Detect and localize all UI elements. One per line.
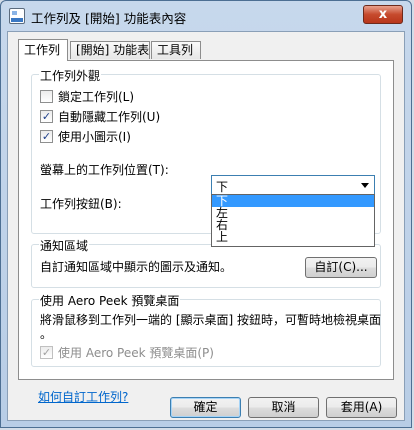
notification-description: 自訂通知區域中顯示的圖示及通知。	[40, 260, 233, 274]
tab-toolbars[interactable]: 工具列	[151, 41, 201, 59]
checkmark-icon[interactable]: ✓	[40, 110, 53, 123]
close-icon: x	[378, 7, 388, 22]
apply-button[interactable]: 套用(A)	[326, 397, 397, 418]
customize-button[interactable]: 自訂(C)...	[305, 257, 377, 278]
checkbox-box[interactable]	[40, 90, 53, 103]
aero-peek-description-line2: 。	[40, 327, 53, 341]
location-dropdown-list: 下 左 右 上	[211, 194, 375, 247]
auto-hide-label: 自動隱藏工作列(U)	[58, 110, 161, 124]
dialog-window: 工作列及 [開始] 功能表內容 x 工作列 [開始] 功能表 工具列 工作列外觀…	[0, 0, 412, 428]
small-icons-label: 使用小圖示(I)	[58, 130, 131, 144]
aero-peek-description-line1: 將滑鼠移到工作列一端的 [顯示桌面] 按鈕時，可暫時地檢視桌面	[40, 313, 381, 327]
tab-taskbar[interactable]: 工作列	[18, 39, 68, 61]
aero-peek-group-title: 使用 Aero Peek 預覽桌面	[39, 292, 181, 309]
small-icons-checkbox[interactable]: ✓ 使用小圖示(I)	[40, 128, 131, 144]
location-option-left[interactable]: 左	[212, 207, 374, 219]
close-button[interactable]: x	[363, 5, 403, 24]
checkmark-icon: ✓	[40, 346, 53, 359]
auto-hide-checkbox[interactable]: ✓ 自動隱藏工作列(U)	[40, 108, 160, 124]
taskbar-buttons-label: 工作列按鈕(B):	[40, 197, 122, 211]
notification-group: 通知區域 自訂通知區域中顯示的圖示及通知。 自訂(C)...	[31, 237, 381, 288]
tab-panel: 工作列外觀 鎖定工作列(L) ✓ 自動隱藏工作列(U) ✓ 使用小圖示(I) 螢幕上…	[18, 60, 394, 380]
notification-group-title: 通知區域	[39, 237, 90, 254]
appearance-group-title: 工作列外觀	[39, 67, 102, 84]
lock-taskbar-label: 鎖定工作列(L)	[58, 90, 135, 104]
tab-start-menu[interactable]: [開始] 功能表	[70, 41, 150, 59]
aero-peek-checkbox[interactable]: ✓ 使用 Aero Peek 預覽桌面(P)	[40, 344, 214, 360]
location-select[interactable]: 下	[211, 175, 375, 195]
aero-peek-group: 使用 Aero Peek 預覽桌面 將滑鼠移到工作列一端的 [顯示桌面] 按鈕時…	[31, 292, 381, 367]
location-option-top[interactable]: 上	[212, 231, 374, 243]
location-label: 螢幕上的工作列位置(T):	[40, 163, 169, 177]
ok-button[interactable]: 確定	[170, 397, 241, 418]
location-option-bottom[interactable]: 下	[212, 195, 374, 207]
dialog-client: 工作列 [開始] 功能表 工具列 工作列外觀 鎖定工作列(L) ✓ 自動隱藏工作列…	[7, 31, 405, 421]
checkmark-icon[interactable]: ✓	[40, 130, 53, 143]
chevron-down-icon[interactable]	[361, 183, 369, 188]
location-select-value: 下	[216, 180, 229, 194]
location-option-right[interactable]: 右	[212, 219, 374, 231]
lock-taskbar-checkbox[interactable]: 鎖定工作列(L)	[40, 88, 134, 104]
title-bar[interactable]: 工作列及 [開始] 功能表內容 x	[1, 1, 411, 31]
window-title: 工作列及 [開始] 功能表內容	[31, 11, 187, 26]
taskbar-properties-icon	[9, 8, 25, 24]
help-link[interactable]: 如何自訂工作列?	[38, 388, 128, 405]
aero-peek-checkbox-label: 使用 Aero Peek 預覽桌面(P)	[58, 346, 214, 360]
cancel-button[interactable]: 取消	[248, 397, 319, 418]
